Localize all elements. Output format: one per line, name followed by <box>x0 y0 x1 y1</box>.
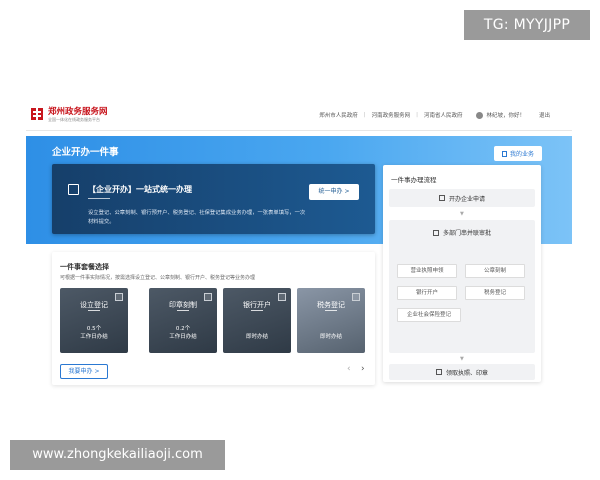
user-greeting: 林纪坡，你好！ <box>486 113 525 119</box>
divider: | <box>363 112 366 118</box>
package-title: 一件事套餐选择 <box>60 263 109 271</box>
document-icon <box>501 150 507 157</box>
logo-icon <box>31 108 43 120</box>
link-henan-gov[interactable]: 河南省人民政府 <box>424 111 463 119</box>
logout-link[interactable]: 退出 <box>539 111 550 119</box>
package-panel: 一件事套餐选择 可根据一件事实际情况，按需选择设立登记、公章刻制、银行开户、税务… <box>52 252 375 385</box>
watermark-bottom: www.zhongkekailiaoji.com <box>10 440 225 470</box>
flow-step-apply: 开办企业申请 <box>389 189 535 207</box>
name-underline <box>88 310 100 311</box>
package-time: 工作日办结 <box>80 334 108 340</box>
flow-item-tax: 税务登记 <box>465 286 525 300</box>
flow-step-label: 开办企业申请 <box>448 195 485 203</box>
divider: | <box>416 112 418 118</box>
package-card-registration[interactable]: 设立登记 0.5个 工作日办结 <box>60 288 128 353</box>
unified-apply-button[interactable]: 统一申办 > <box>309 184 359 200</box>
package-time: 工作日办结 <box>169 334 197 340</box>
link-zhengzhou-gov[interactable]: 郑州市人民政府 <box>319 111 358 119</box>
name-underline <box>251 310 263 311</box>
form-icon <box>68 184 79 195</box>
onestop-card: 【企业开办】一站式统一办理 设立登记、公章刻制、银行预开户、税务登记、社保登记集… <box>52 164 375 234</box>
user-info[interactable]: 林纪坡，你好！ <box>476 111 525 119</box>
flow-item-social-insurance: 企业社会保险登记 <box>397 308 461 322</box>
apply-button[interactable]: 我要申办 > <box>60 364 108 379</box>
flow-step-label: 领取执照、印章 <box>445 369 488 377</box>
logo-subtitle: 全国一体化在线政务服务平台 <box>48 117 100 122</box>
my-business-label: 我的业务 <box>509 151 534 158</box>
watermark-top: TG: MYYJJPP <box>464 10 590 40</box>
application-icon <box>438 195 445 201</box>
chevron-right-icon[interactable]: › <box>361 364 365 374</box>
process-flow-panel: 一件事办理流程 开办企业申请 ▼ 多部门串并联审批 营业执照申领 公章刻制 银行… <box>383 165 541 382</box>
package-name: 印章刻制 <box>169 301 197 309</box>
flow-item-license: 营业执照申领 <box>397 264 457 278</box>
package-card-tax[interactable]: 税务登记 即时办结 <box>297 288 365 353</box>
link-henan-service[interactable]: 河南政务服务网 <box>372 111 411 119</box>
user-icon <box>476 111 484 119</box>
name-underline <box>177 310 189 311</box>
chevron-left-icon[interactable]: ‹ <box>347 364 351 374</box>
name-underline <box>325 310 337 311</box>
package-duration: 0.2个 <box>175 326 191 332</box>
title-underline <box>88 198 110 199</box>
flow-title: 一件事办理流程 <box>391 176 437 184</box>
top-links: 郑州市人民政府 | 河南政务服务网 | 河南省人民政府 林纪坡，你好！ 退出 <box>319 111 550 119</box>
flow-item-seal: 公章刻制 <box>465 264 525 278</box>
onestop-title: 【企业开办】一站式统一办理 <box>88 185 192 194</box>
flow-step-collect: 领取执照、印章 <box>389 364 535 380</box>
package-subtitle: 可根据一件事实际情况，按需选择设立登记、公章刻制、银行开户、税务登记等业务办理 <box>60 275 256 281</box>
package-time: 即时办结 <box>319 334 342 340</box>
logo-title[interactable]: 郑州政务服务网 <box>48 105 108 117</box>
package-name: 税务登记 <box>317 301 345 309</box>
flow-item-bank: 银行开户 <box>397 286 457 300</box>
package-name: 银行开户 <box>243 301 271 309</box>
page-title: 企业开办一件事 <box>52 147 119 158</box>
flow-step-approval: 多部门串并联审批 营业执照申领 公章刻制 银行开户 税务登记 企业社会保险登记 <box>389 220 535 353</box>
package-time: 即时办结 <box>245 334 268 340</box>
arrow-down-icon: ▼ <box>460 211 464 217</box>
package-card-seal[interactable]: 印章刻制 0.2个 工作日办结 <box>149 288 217 353</box>
workflow-icon <box>432 229 439 236</box>
flow-step-label: 多部门串并联审批 <box>442 230 491 237</box>
site-header: 郑州政务服务网 全国一体化在线政务服务平台 郑州市人民政府 | 河南政务服务网 … <box>26 98 572 131</box>
package-card-bank[interactable]: 银行开户 即时办结 <box>223 288 291 353</box>
certificate-icon <box>435 369 442 375</box>
arrow-down-icon: ▼ <box>460 356 464 362</box>
onestop-description: 设立登记、公章刻制、银行预开户、税务登记、社保登记集成业务办理，一张表单填写，一… <box>88 210 306 225</box>
package-duration: 0.5个 <box>86 326 102 332</box>
my-business-button[interactable]: 我的业务 <box>494 146 542 161</box>
flow-box-title: 多部门串并联审批 <box>389 228 535 237</box>
package-name: 设立登记 <box>80 301 108 309</box>
